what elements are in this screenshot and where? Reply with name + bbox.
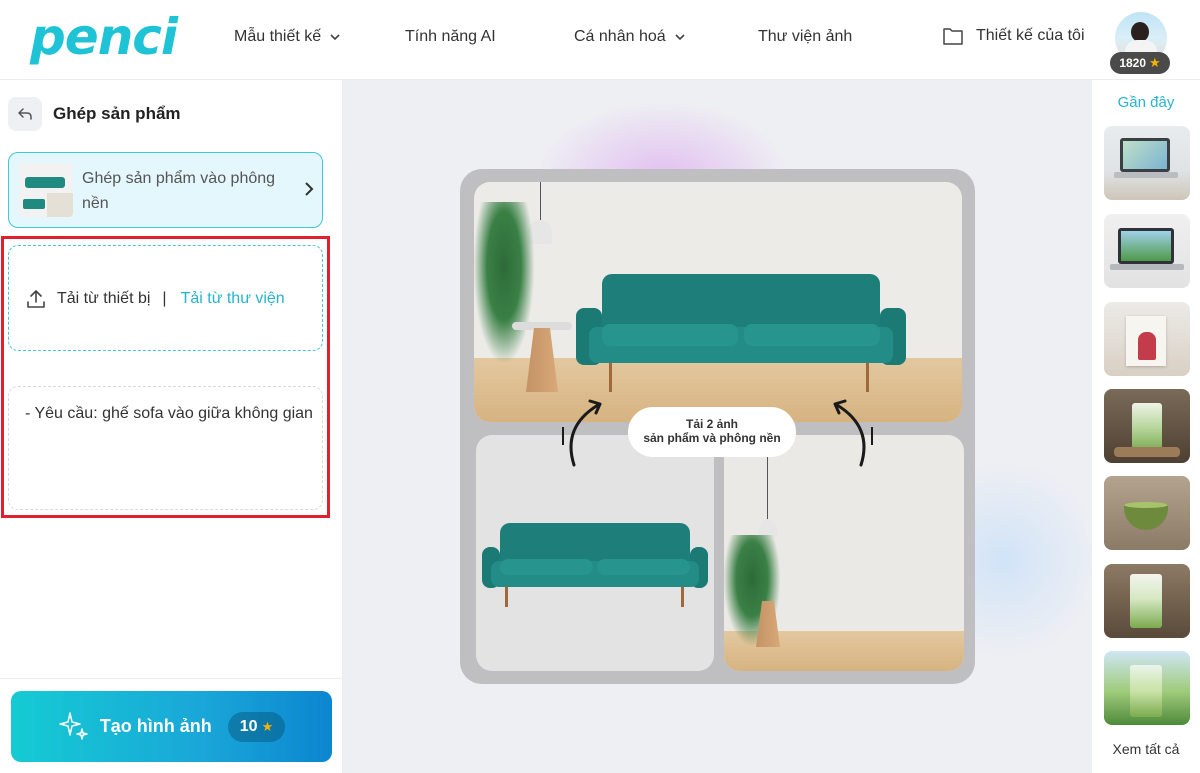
back-arrow-icon	[18, 108, 32, 120]
upload-dropzone[interactable]: Tải từ thiết bị | Tải từ thư viện	[8, 245, 323, 351]
see-all-link[interactable]: Xem tất cả	[1092, 741, 1200, 757]
recent-thumbnail[interactable]	[1104, 651, 1190, 725]
upload-from-library-link[interactable]: Tải từ thư viện	[181, 290, 285, 308]
generate-label: Tạo hình ảnh	[99, 716, 212, 736]
nav-personalize[interactable]: Cá nhân hoá	[574, 28, 686, 46]
chevron-down-icon	[330, 34, 340, 41]
tool-thumbnail	[19, 163, 73, 217]
back-button[interactable]	[8, 97, 42, 131]
recent-sidebar: Gần đây Xem tất cả	[1092, 80, 1200, 773]
nav-design-templates[interactable]: Mẫu thiết kế	[234, 28, 341, 46]
credit-balance-value: 1820	[1119, 56, 1147, 70]
divider	[0, 678, 343, 679]
background-example-image	[724, 435, 964, 671]
curved-arrow-icon	[562, 399, 602, 467]
panel-title: Ghép sản phẩm	[53, 104, 181, 123]
product-example-image	[476, 435, 714, 671]
prompt-text: - Yêu cầu: ghế sofa vào giữa không gian	[25, 405, 313, 422]
preview-canvas: Tải 2 ảnh sản phẩm và phông nền	[343, 80, 1092, 773]
recent-thumbnail[interactable]	[1104, 126, 1190, 200]
generate-image-button[interactable]: Tạo hình ảnh 10 ★	[11, 691, 332, 762]
nav-ai-features-label: Tính năng AI	[405, 28, 496, 45]
chevron-right-icon	[305, 182, 314, 196]
credit-balance-badge: 1820 ★	[1110, 52, 1170, 74]
tool-card-label: Ghép sản phẩm vào phông nền	[82, 170, 276, 212]
generate-cost-badge: 10 ★	[227, 711, 286, 742]
recent-thumbnail[interactable]	[1104, 564, 1190, 638]
recent-label[interactable]: Gần đây	[1092, 94, 1200, 111]
recent-thumbnail[interactable]	[1104, 476, 1190, 550]
sparkle-icon	[59, 711, 88, 740]
recent-thumbnail[interactable]	[1104, 302, 1190, 376]
upload-separator: |	[162, 290, 167, 307]
my-designs-label: Thiết kế của tôi	[976, 27, 1085, 44]
recent-thumbnail[interactable]	[1104, 389, 1190, 463]
result-example-image	[474, 182, 962, 422]
tool-selector-card[interactable]: Ghép sản phẩm vào phông nền	[8, 152, 323, 228]
star-icon: ★	[1149, 55, 1161, 70]
upload-from-device-button[interactable]: Tải từ thiết bị	[57, 290, 150, 308]
generate-cost-value: 10	[239, 717, 258, 735]
my-designs-link[interactable]: Thiết kế của tôi	[942, 26, 1085, 46]
nav-design-templates-label: Mẫu thiết kế	[234, 28, 322, 45]
recent-thumbnail[interactable]	[1104, 214, 1190, 288]
top-header: penci Mẫu thiết kế Tính năng AI Cá nhân …	[0, 0, 1200, 80]
instruction-line-1: Tải 2 ảnh	[685, 417, 738, 431]
nav-personalize-label: Cá nhân hoá	[574, 28, 666, 45]
folder-icon	[943, 28, 963, 45]
instruction-pill: Tải 2 ảnh sản phẩm và phông nền	[628, 407, 796, 457]
nav-image-library-label: Thư viện ảnh	[758, 28, 853, 45]
example-collage: Tải 2 ảnh sản phẩm và phông nền	[460, 169, 975, 684]
instruction-line-2: sản phẩm và phông nền	[643, 431, 781, 445]
curved-arrow-icon	[833, 399, 873, 467]
nav-image-library[interactable]: Thư viện ảnh	[758, 28, 852, 46]
upload-icon	[27, 290, 45, 308]
penci-logo[interactable]: penci	[30, 8, 178, 66]
left-panel: Ghép sản phẩm Ghép sản phẩm vào phông nề…	[0, 80, 343, 773]
prompt-textarea[interactable]: - Yêu cầu: ghế sofa vào giữa không gian	[8, 386, 323, 510]
chevron-down-icon	[675, 34, 685, 41]
star-icon: ★	[261, 718, 274, 734]
nav-ai-features[interactable]: Tính năng AI	[405, 28, 496, 46]
